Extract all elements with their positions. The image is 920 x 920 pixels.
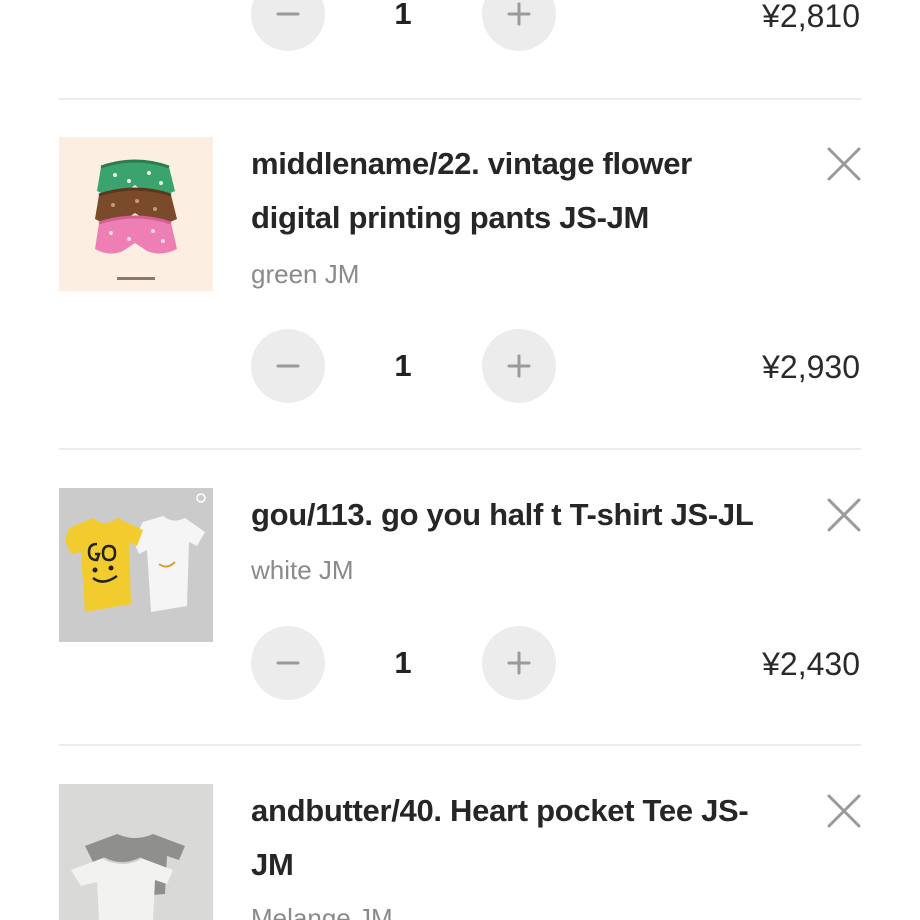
item-price: ¥2,810 xyxy=(762,0,860,34)
item-price: ¥2,430 xyxy=(762,646,860,682)
quantity-value: 1 xyxy=(394,0,412,31)
product-title-line: digital printing pants JS-JM xyxy=(251,200,650,235)
product-variant: green JM xyxy=(251,259,360,289)
product-title-line: andbutter/40. Heart pocket Tee JS- xyxy=(251,793,749,828)
item-divider xyxy=(59,448,861,450)
item-divider xyxy=(59,744,861,746)
product-variant: white JM xyxy=(251,555,354,585)
increase-quantity-button[interactable] xyxy=(482,0,556,51)
cart-page: 1 ¥2,810 middlename/22. vintage flower d… xyxy=(0,0,920,920)
item-divider xyxy=(59,98,861,100)
product-title[interactable]: middlename/22. vintage flower digital pr… xyxy=(251,137,796,245)
increase-quantity-button[interactable] xyxy=(482,626,556,700)
product-thumbnail[interactable] xyxy=(59,784,213,920)
remove-item-button[interactable] xyxy=(822,493,866,537)
minus-icon xyxy=(276,661,300,665)
product-variant: Melange JM xyxy=(251,903,393,920)
product-title[interactable]: gou/113. go you half t T-shirt JS-JL xyxy=(251,488,796,542)
product-title-line: JM xyxy=(251,847,294,882)
plus-icon xyxy=(507,354,531,378)
cart-item-partial: 1 ¥2,810 xyxy=(0,0,920,100)
product-title-line: middlename/22. vintage flower xyxy=(251,146,692,181)
plus-icon xyxy=(507,2,531,26)
increase-quantity-button[interactable] xyxy=(482,329,556,403)
close-icon xyxy=(827,147,861,181)
minus-icon xyxy=(276,12,300,16)
decrease-quantity-button[interactable] xyxy=(251,0,325,51)
pants-image xyxy=(59,137,213,291)
close-icon xyxy=(827,794,861,828)
decrease-quantity-button[interactable] xyxy=(251,626,325,700)
product-thumbnail[interactable] xyxy=(59,137,213,291)
item-price: ¥2,930 xyxy=(762,349,860,385)
product-title-line: gou/113. go you half t T-shirt JS-JL xyxy=(251,497,754,532)
tee-image xyxy=(59,784,213,920)
remove-item-button[interactable] xyxy=(822,789,866,833)
quantity-value: 1 xyxy=(394,348,412,383)
product-title[interactable]: andbutter/40. Heart pocket Tee JS- JM xyxy=(251,784,796,892)
remove-item-button[interactable] xyxy=(822,142,866,186)
product-thumbnail[interactable] xyxy=(59,488,213,642)
tshirt-image xyxy=(59,488,213,642)
plus-icon xyxy=(507,651,531,675)
quantity-value: 1 xyxy=(394,645,412,680)
minus-icon xyxy=(276,364,300,368)
decrease-quantity-button[interactable] xyxy=(251,329,325,403)
close-icon xyxy=(827,498,861,532)
